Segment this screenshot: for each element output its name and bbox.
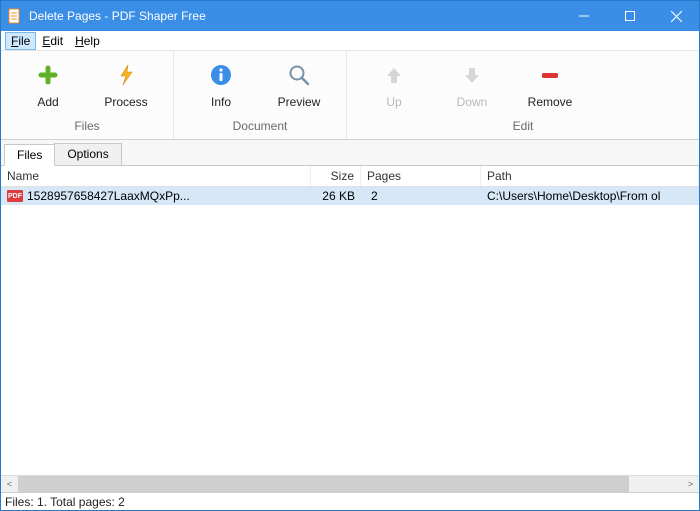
magnifier-icon xyxy=(288,61,310,89)
plus-icon xyxy=(38,61,58,89)
list-body[interactable]: PDF 1528957658427LaaxMQxPp... 26 KB 2 C:… xyxy=(1,187,699,475)
tab-files[interactable]: Files xyxy=(4,144,55,166)
tabstrip: Files Options xyxy=(1,140,699,166)
group-label-document: Document xyxy=(174,115,346,139)
cell-path: C:\Users\Home\Desktop\From ol xyxy=(481,188,699,204)
add-button[interactable]: Add xyxy=(9,57,87,115)
menu-help[interactable]: Help xyxy=(69,32,106,50)
horizontal-scrollbar[interactable]: < > xyxy=(1,475,699,492)
app-window: Delete Pages - PDF Shaper Free File Edit… xyxy=(0,0,700,511)
info-icon xyxy=(210,61,232,89)
tab-options[interactable]: Options xyxy=(54,143,121,165)
col-header-path[interactable]: Path xyxy=(481,166,699,186)
down-button[interactable]: Down xyxy=(433,57,511,115)
status-text: Files: 1. Total pages: 2 xyxy=(5,495,125,509)
process-button[interactable]: Process xyxy=(87,57,165,115)
list-header: Name Size Pages Path xyxy=(1,166,699,187)
cell-name: 1528957658427LaaxMQxPp... xyxy=(27,189,190,203)
group-label-files: Files xyxy=(1,115,173,139)
arrow-up-icon xyxy=(384,61,404,89)
close-button[interactable] xyxy=(653,1,699,31)
toolbar: Add Process Files Info xyxy=(1,51,699,140)
preview-button[interactable]: Preview xyxy=(260,57,338,115)
minus-icon xyxy=(540,61,560,89)
minimize-button[interactable] xyxy=(561,1,607,31)
group-label-edit: Edit xyxy=(347,115,699,139)
info-button[interactable]: Info xyxy=(182,57,260,115)
maximize-button[interactable] xyxy=(607,1,653,31)
remove-button[interactable]: Remove xyxy=(511,57,589,115)
statusbar: Files: 1. Total pages: 2 xyxy=(1,492,699,510)
titlebar[interactable]: Delete Pages - PDF Shaper Free xyxy=(1,1,699,31)
cell-pages: 2 xyxy=(361,188,481,204)
menu-edit[interactable]: Edit xyxy=(36,32,69,50)
scroll-right-button[interactable]: > xyxy=(682,476,699,493)
scroll-thumb[interactable] xyxy=(18,476,629,493)
window-title: Delete Pages - PDF Shaper Free xyxy=(29,9,561,23)
col-header-name[interactable]: Name xyxy=(1,166,311,186)
scroll-left-button[interactable]: < xyxy=(1,476,18,493)
col-header-pages[interactable]: Pages xyxy=(361,166,481,186)
menubar: File Edit Help xyxy=(1,31,699,51)
cell-size: 26 KB xyxy=(311,188,361,204)
up-button[interactable]: Up xyxy=(355,57,433,115)
arrow-down-icon xyxy=(462,61,482,89)
lightning-icon xyxy=(116,61,136,89)
table-row[interactable]: PDF 1528957658427LaaxMQxPp... 26 KB 2 C:… xyxy=(1,187,699,205)
file-list: Name Size Pages Path PDF 1528957658427La… xyxy=(1,166,699,492)
app-icon xyxy=(7,8,23,24)
scroll-track[interactable] xyxy=(18,476,682,493)
col-header-size[interactable]: Size xyxy=(311,166,361,186)
menu-file[interactable]: File xyxy=(5,32,36,50)
pdf-icon: PDF xyxy=(7,190,23,202)
